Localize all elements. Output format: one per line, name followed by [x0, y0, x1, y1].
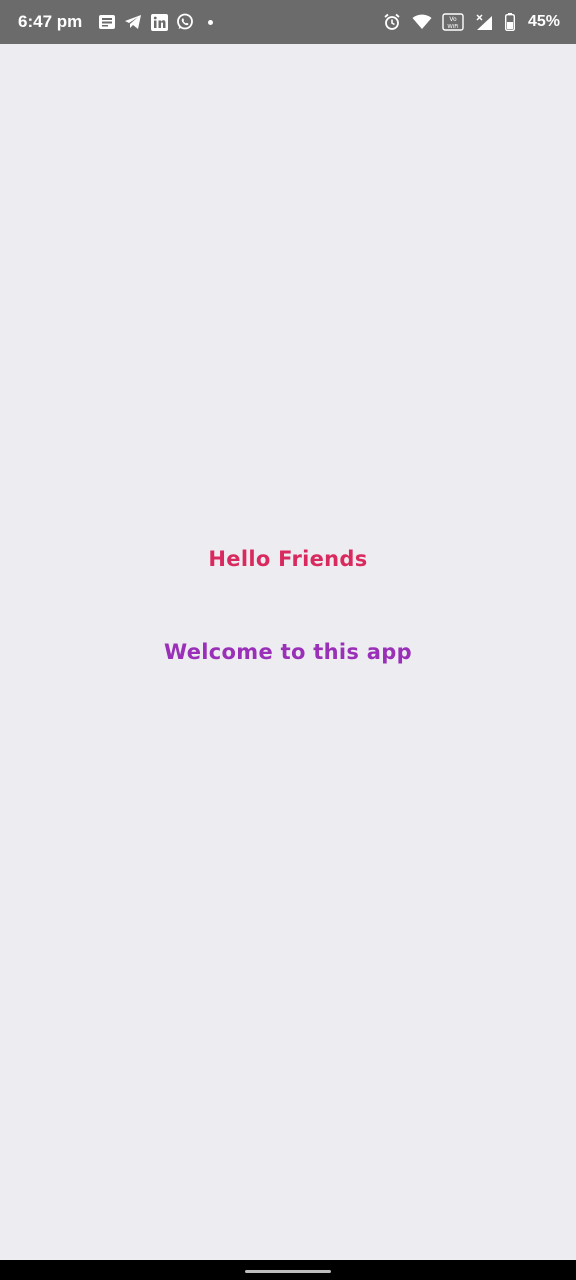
battery-icon — [503, 11, 517, 33]
linkedin-icon — [148, 11, 170, 33]
status-bar: 6:47 pm Vo WiFi 45% — [0, 0, 576, 44]
vowifi-icon: Vo WiFi — [441, 11, 465, 33]
whatsapp-icon — [174, 11, 196, 33]
more-dot-icon — [208, 19, 214, 25]
message-icon — [96, 11, 118, 33]
telegram-icon — [122, 11, 144, 33]
battery-percent: 45% — [527, 13, 560, 30]
navigation-bar — [0, 1260, 576, 1280]
status-time: 6:47 pm — [18, 12, 83, 31]
status-left: 6:47 pm — [18, 11, 214, 33]
hello-text: Hello Friends — [208, 547, 368, 571]
svg-text:Vo: Vo — [449, 16, 457, 23]
home-gesture-handle[interactable] — [245, 1270, 331, 1273]
wifi-icon — [411, 11, 433, 33]
app-content: Hello Friends Welcome to this app — [0, 44, 576, 1260]
signal-icon — [473, 11, 495, 33]
status-right: Vo WiFi 45% — [381, 11, 560, 33]
alarm-icon — [381, 11, 403, 33]
svg-text:WiFi: WiFi — [447, 24, 459, 30]
welcome-text: Welcome to this app — [164, 640, 412, 664]
